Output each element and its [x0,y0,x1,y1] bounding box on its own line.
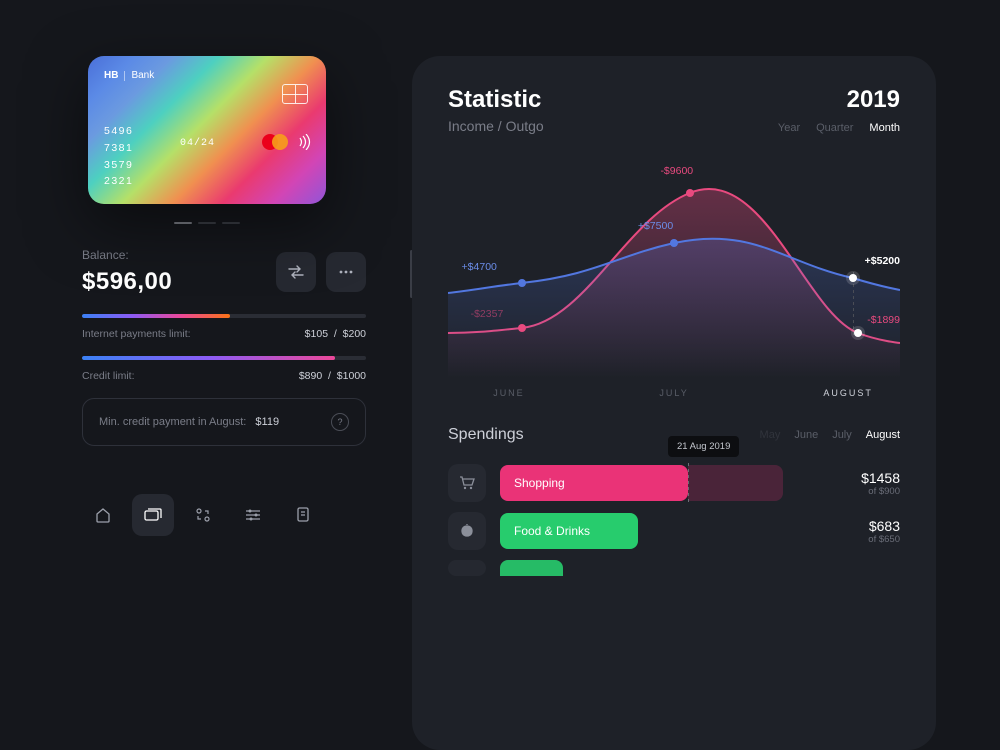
cart-icon [448,464,486,502]
statistic-year: 2019 [778,86,900,114]
food-of: of $650 [828,534,900,545]
bank-logo-text: HB [104,70,118,81]
statistic-panel: Statistic Income / Outgo 2019 Year Quart… [412,56,936,750]
shopping-value: $1458 [828,470,900,486]
nav-receipt[interactable] [282,494,324,536]
tab-month[interactable]: Month [869,122,900,134]
spending-row-shopping[interactable]: Shopping $1458 of $900 [448,464,900,502]
chart-label-outgo-june: -$2357 [471,308,504,320]
chart-label-outgo-aug: -$1899 [867,314,900,326]
chart-label-income-aug: +$5200 [865,255,900,267]
mastercard-icon [262,134,288,150]
internet-limit-label: Internet payments limit: [82,328,191,340]
balance-label: Balance: [82,248,172,262]
statistic-subtitle: Income / Outgo [448,118,544,134]
spending-row-partial[interactable] [448,560,900,576]
chart-label-income-june: +$4700 [462,261,497,273]
date-badge: 21 Aug 2019 [668,436,739,457]
statistic-title: Statistic [448,86,544,114]
spendings-tab-august[interactable]: August [866,429,900,441]
bank-name: Bank [131,70,154,81]
food-icon [448,512,486,550]
chip-icon [282,84,308,104]
tab-year[interactable]: Year [778,122,800,134]
credit-card[interactable]: HB Bank 5496 7381 3579 2321 04/24 [88,56,326,204]
shopping-bar: Shopping [500,465,688,501]
axis-july[interactable]: JULY [659,388,688,398]
food-bar: Food & Drinks [500,513,638,549]
tab-quarter[interactable]: Quarter [816,122,853,134]
bottom-nav [82,494,366,536]
nav-home[interactable] [82,494,124,536]
transfer-button[interactable] [276,252,316,292]
axis-june[interactable]: JUNE [493,388,525,398]
income-outgo-chart: +$4700 -$2357 -$9600 +$7500 +$5200 -$189… [448,158,900,378]
axis-august[interactable]: AUGUST [823,388,873,398]
chart-label-outgo-july: -$9600 [660,165,693,177]
spendings-tab-july[interactable]: July [832,429,852,441]
card-expiry: 04/24 [180,138,215,149]
balance-value: $596,00 [82,268,172,296]
nav-settings[interactable] [232,494,274,536]
credit-limit-label: Credit limit: [82,370,135,382]
nav-exchange[interactable] [182,494,224,536]
card-bank-logo: HB Bank [104,70,310,81]
nav-cards[interactable] [132,494,174,536]
card-pagination[interactable] [174,222,384,224]
food-value: $683 [828,518,900,534]
spendings-tab-june[interactable]: June [794,429,818,441]
left-panel: HB Bank 5496 7381 3579 2321 04/24 Balanc… [64,56,384,750]
balance-progress [82,314,230,318]
category-icon [448,560,486,576]
more-button[interactable] [326,252,366,292]
spendings-title: Spendings [448,426,524,444]
min-payment-card: Min. credit payment in August: $119 ? [82,398,366,446]
spending-row-food[interactable]: Food & Drinks $683 of $650 [448,512,900,550]
help-icon[interactable]: ? [331,413,349,431]
chart-label-income-july: +$7500 [638,220,673,232]
credit-progress [82,356,335,360]
spendings-tab-may[interactable]: May [760,429,781,441]
contactless-icon [298,134,312,153]
shopping-of: of $900 [828,486,900,497]
